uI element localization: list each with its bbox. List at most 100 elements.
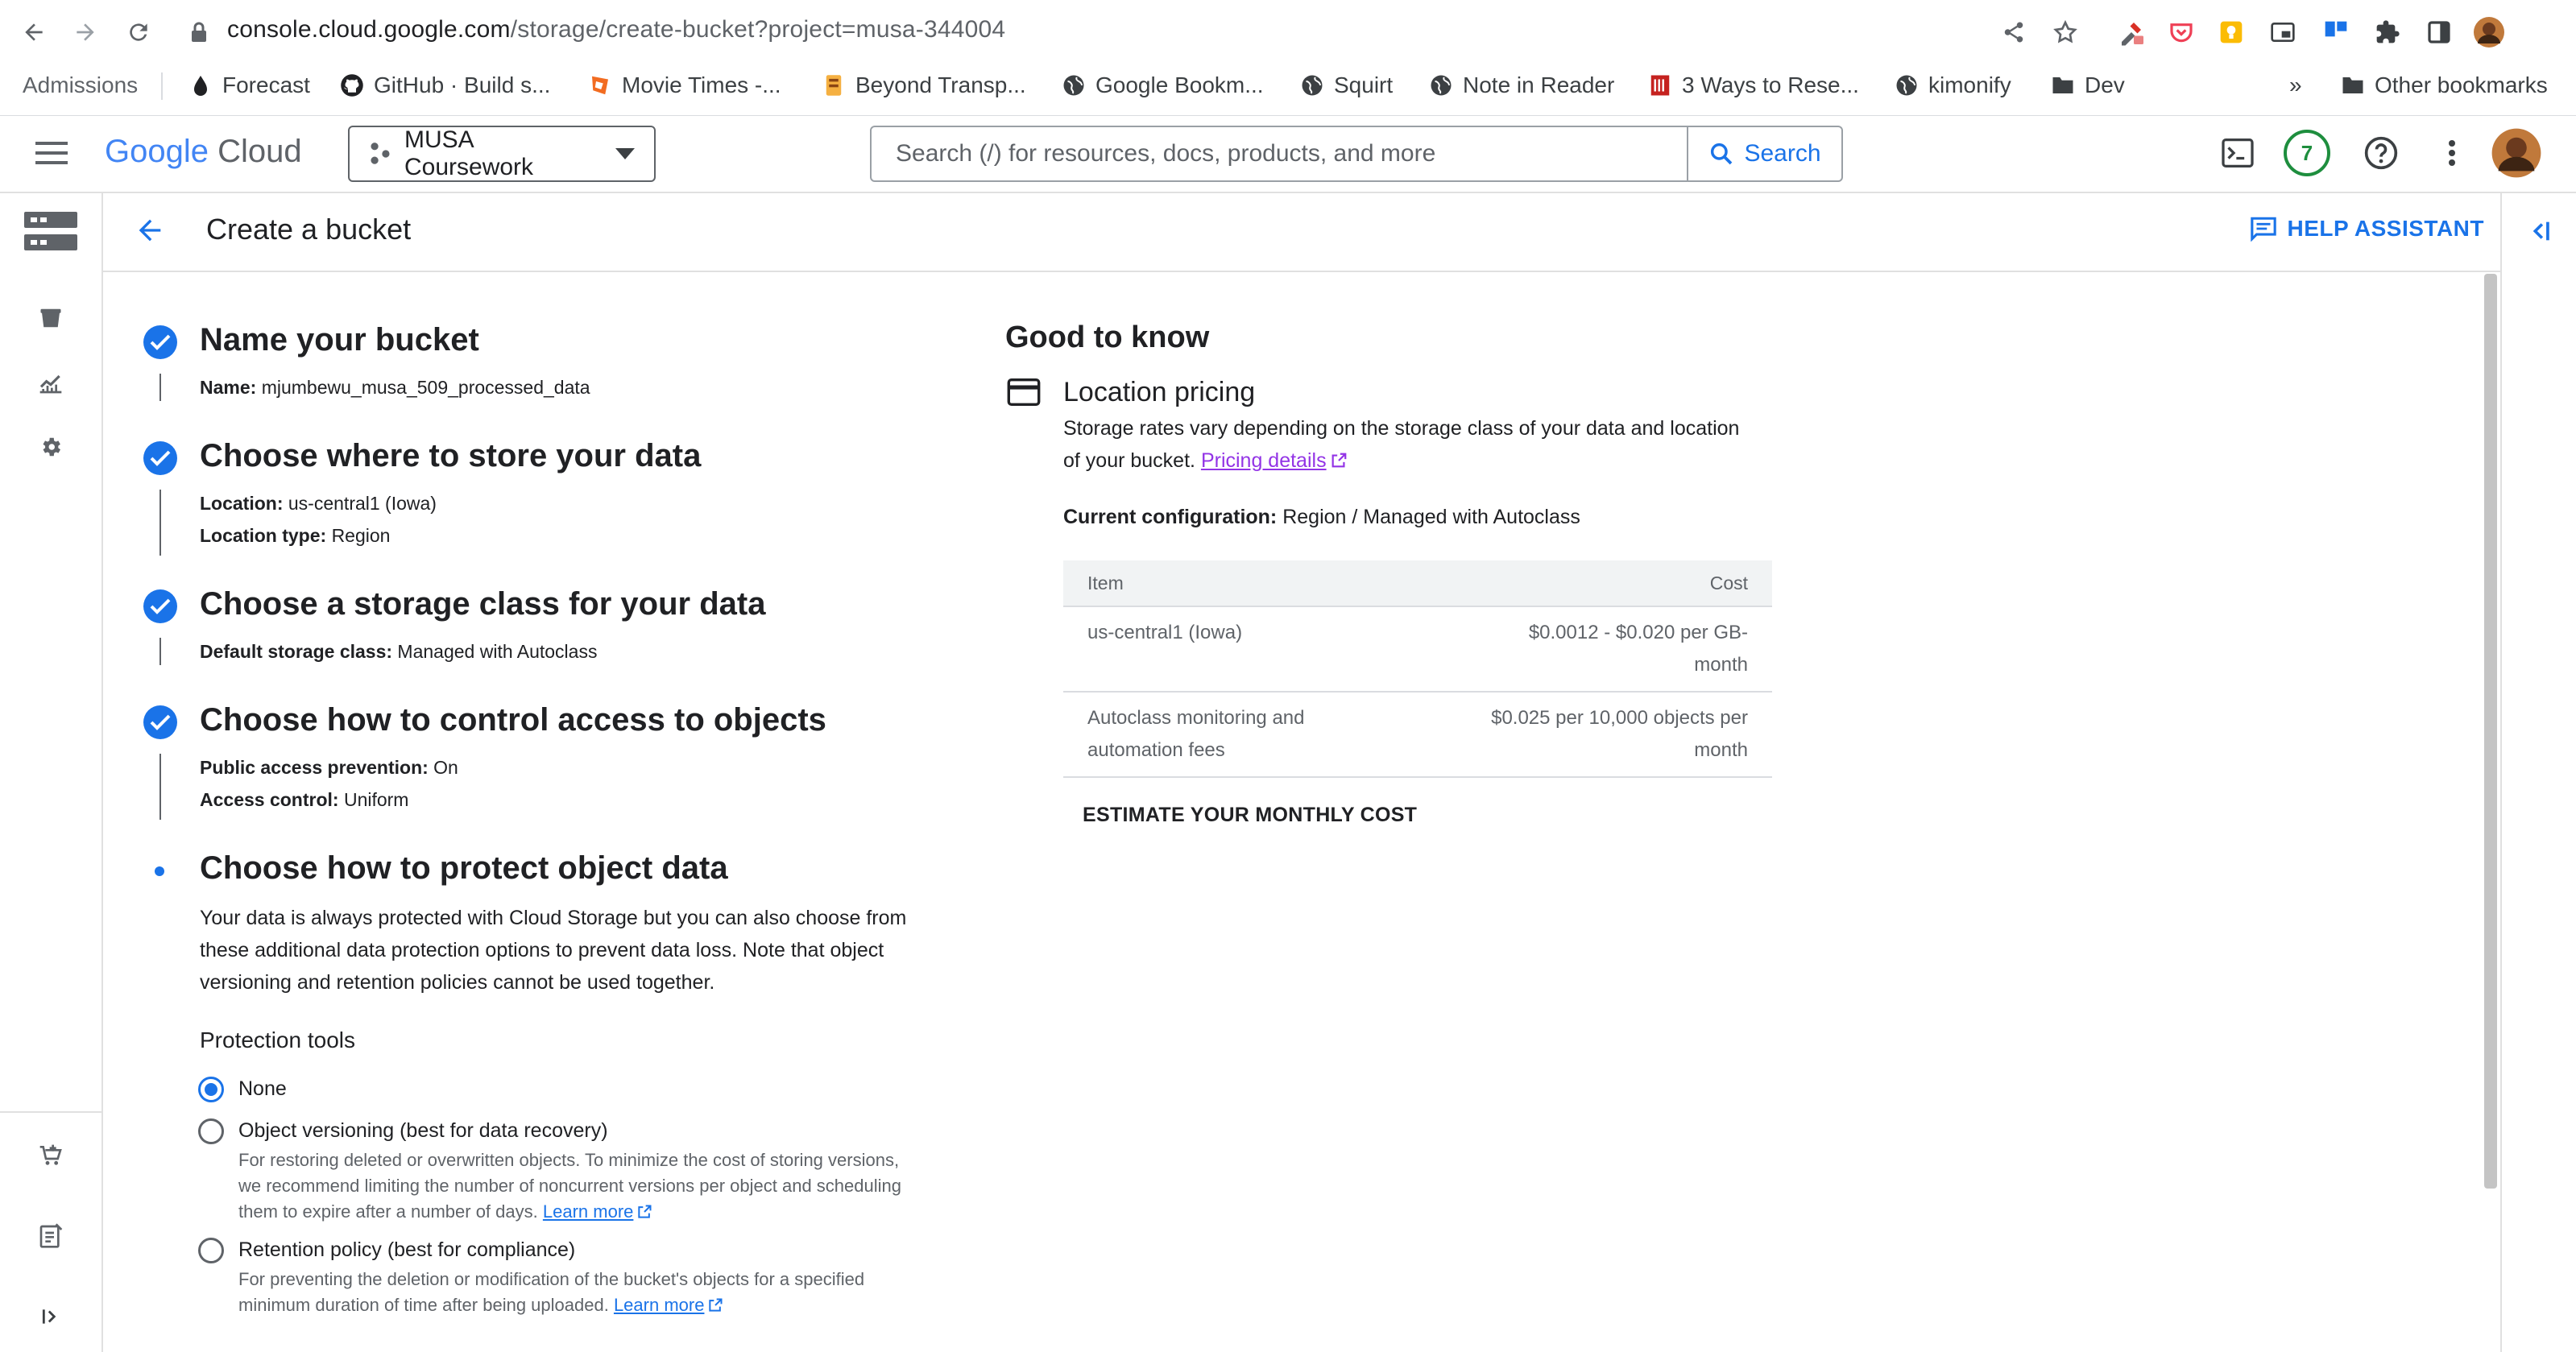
bookmark-admissions[interactable]: Admissions — [11, 66, 149, 105]
more-vert-icon[interactable] — [2426, 127, 2478, 179]
folder-icon — [2341, 73, 2365, 97]
back-button[interactable] — [134, 214, 166, 246]
search-input[interactable] — [872, 127, 1687, 180]
radio-retention-policy[interactable] — [198, 1238, 224, 1263]
account-avatar[interactable] — [2491, 127, 2542, 179]
trello-icon[interactable] — [2320, 16, 2352, 48]
step-title: Name your bucket — [200, 322, 479, 358]
scrollbar-thumb[interactable] — [2484, 274, 2497, 1189]
logo-cloud: Cloud — [217, 134, 302, 169]
pocket-icon[interactable] — [2165, 16, 2197, 48]
side-panel-icon[interactable] — [2423, 16, 2455, 48]
globe-icon — [1429, 73, 1453, 97]
url-host: console.cloud.google.com — [227, 16, 511, 43]
globe-icon — [1062, 73, 1086, 97]
back-arrow-icon[interactable] — [16, 14, 52, 50]
step-line — [159, 490, 161, 556]
learn-more-link[interactable]: Learn more — [614, 1295, 705, 1315]
step-detail: Location: us-central1 (Iowa) — [200, 493, 437, 514]
bookmark-note-in-reader[interactable]: Note in Reader — [1429, 66, 1614, 105]
chat-icon — [2250, 216, 2277, 242]
step-detail: Access control: Uniform — [200, 789, 409, 810]
help-assistant-label: HELP ASSISTANT — [2287, 216, 2484, 241]
notifications-badge[interactable]: 7 — [2281, 127, 2333, 179]
column-header-cost: Cost — [1393, 560, 1772, 607]
picture-in-picture-icon[interactable] — [2267, 16, 2299, 48]
lock-icon — [190, 21, 208, 43]
step-title: Choose how to protect object data — [200, 850, 728, 886]
radio-none[interactable] — [198, 1077, 224, 1102]
pricing-table: Item Cost us-central1 (Iowa) $0.0012 - $… — [1063, 560, 1772, 778]
external-link-icon — [1330, 452, 1348, 469]
radio-retention-policy-label[interactable]: Retention policy (best for compliance) — [238, 1238, 575, 1262]
cell-item: Autoclass monitoring and automation fees — [1063, 692, 1394, 778]
cell-cost: $0.025 per 10,000 objects per month — [1393, 692, 1772, 778]
eyedropper-extension-icon[interactable] — [2115, 16, 2147, 48]
help-icon[interactable] — [2355, 127, 2407, 179]
globe-icon — [1300, 73, 1324, 97]
project-picker[interactable]: MUSA Coursework — [348, 126, 656, 182]
bookmark-kimonify[interactable]: kimonify — [1895, 66, 2011, 105]
column-header-item: Item — [1063, 560, 1394, 607]
bookmark-github[interactable]: GitHub · Build s... — [340, 66, 550, 105]
collapse-panel-icon[interactable] — [2526, 217, 2553, 245]
monitoring-icon[interactable] — [31, 362, 71, 403]
protect-description: Your data is always protected with Cloud… — [200, 907, 907, 994]
share-icon[interactable] — [1998, 16, 2030, 48]
search-button-label: Search — [1744, 140, 1821, 167]
search-icon — [1708, 141, 1734, 167]
other-bookmarks[interactable]: Other bookmarks — [2341, 66, 2548, 105]
bookmark-google-bookmarks[interactable]: Google Bookm... — [1062, 66, 1264, 105]
google-cloud-logo[interactable]: Google Cloud — [105, 134, 302, 170]
logo-google: Google — [105, 134, 209, 169]
marketplace-cart-icon[interactable] — [31, 1135, 71, 1176]
cloud-storage-icon[interactable] — [24, 211, 77, 251]
step-detail: Location type: Region — [200, 525, 391, 546]
location-pricing-title: Location pricing — [1063, 377, 1256, 407]
step-line — [159, 754, 161, 820]
current-configuration: Current configuration: Region / Managed … — [1063, 506, 1580, 528]
forward-arrow-icon[interactable] — [68, 14, 103, 50]
address-bar[interactable]: console.cloud.google.com/storage/create-… — [227, 16, 1005, 43]
star-icon[interactable] — [2049, 16, 2081, 48]
step-title: Choose where to store your data — [200, 438, 702, 473]
github-icon — [340, 73, 364, 97]
bookmarks-overflow-button[interactable]: » — [2289, 66, 2302, 105]
bucket-icon[interactable] — [31, 298, 71, 338]
bookmark-3-ways[interactable]: 3 Ways to Rese... — [1648, 66, 1859, 105]
radio-object-versioning[interactable] — [198, 1118, 224, 1144]
cloud-shell-icon[interactable] — [2212, 127, 2263, 179]
learn-more-link[interactable]: Learn more — [543, 1201, 634, 1222]
forecast-icon — [188, 73, 213, 97]
help-assistant-button[interactable]: HELP ASSISTANT — [2250, 216, 2484, 242]
search-button[interactable]: Search — [1687, 127, 1841, 180]
radio-none-label[interactable]: None — [238, 1077, 287, 1101]
estimate-monthly-cost-button[interactable]: ESTIMATE YOUR MONTHLY COST — [1083, 804, 1417, 827]
bookmark-beyond-transp[interactable]: Beyond Transp... — [822, 66, 1026, 105]
reload-icon[interactable] — [121, 14, 156, 50]
movie-icon — [588, 73, 612, 97]
extensions-puzzle-icon[interactable] — [2371, 16, 2404, 48]
rail-divider — [0, 1111, 101, 1113]
release-notes-icon[interactable] — [31, 1216, 71, 1256]
step-title: Choose how to control access to objects — [200, 702, 826, 738]
external-link-icon — [707, 1297, 723, 1313]
bookmark-forecast[interactable]: Forecast — [188, 66, 310, 105]
bookmarks-bar: Admissions Forecast GitHub · Build s... … — [0, 66, 2576, 106]
pricing-details-link[interactable]: Pricing details — [1201, 449, 1327, 472]
expand-rail-icon[interactable] — [31, 1296, 71, 1337]
profile-avatar-icon[interactable] — [2473, 16, 2505, 48]
step-line — [159, 374, 161, 401]
bookmark-folder-dev[interactable]: Dev — [2051, 66, 2125, 105]
folder-icon — [2051, 73, 2075, 97]
keep-icon[interactable] — [2215, 16, 2247, 48]
good-to-know-title: Good to know — [1005, 320, 1210, 354]
bookmark-squirt[interactable]: Squirt — [1300, 66, 1393, 105]
current-step-dot — [155, 866, 164, 876]
step-title: Choose a storage class for your data — [200, 586, 766, 622]
radio-object-versioning-label[interactable]: Object versioning (best for data recover… — [238, 1119, 608, 1143]
credit-card-icon — [1007, 378, 1041, 406]
bookmark-movie-times[interactable]: Movie Times -... — [588, 66, 781, 105]
main-menu-icon[interactable] — [35, 140, 68, 166]
settings-gear-icon[interactable] — [31, 427, 71, 467]
